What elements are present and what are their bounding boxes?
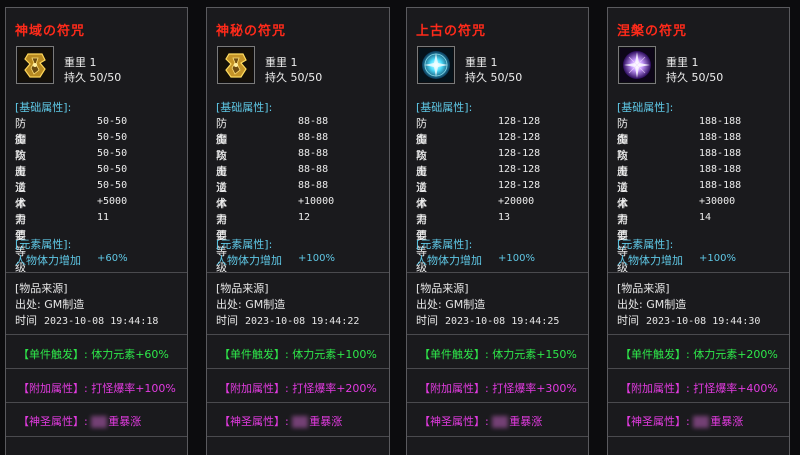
source-header: [物品来源] (15, 282, 68, 295)
item-title: 神秘の符咒 (216, 24, 287, 39)
item-weight: 重里 1 (465, 56, 498, 69)
divider (207, 368, 389, 369)
divider (407, 334, 588, 335)
talisman-gold-icon (219, 48, 253, 82)
divider (207, 402, 389, 403)
item-title: 上古の符咒 (416, 24, 487, 39)
additional-attr: 【附加属性】: 打怪爆率+300% (419, 382, 577, 395)
divider (6, 272, 187, 273)
source-origin: 出处: GM制造 (617, 298, 687, 311)
blurred-text (292, 416, 309, 428)
item-icon-slot (618, 46, 656, 84)
item-icon-slot (217, 46, 255, 84)
source-time: 时间 2023-10-08 19:44:25 (416, 314, 560, 327)
item-icon-slot (16, 46, 54, 84)
base-attr-header: [基础属性]: (416, 101, 473, 114)
item-title: 神域の符咒 (15, 24, 86, 39)
source-header: [物品来源] (416, 282, 469, 295)
holy-attr: 【神圣属性】: 重暴涨 (620, 415, 744, 428)
element-attr-row: 人物体力增加 +100% (617, 253, 736, 267)
divider (608, 402, 789, 403)
item-durability: 持久 50/50 (666, 71, 724, 84)
item-weight: 重里 1 (64, 56, 97, 69)
element-attr-header: [元素属性]: (617, 238, 674, 251)
source-origin: 出处: GM制造 (15, 298, 85, 311)
element-attr-header: [元素属性]: (416, 238, 473, 251)
divider (6, 436, 187, 437)
talisman-cyan-orb-icon (419, 48, 453, 82)
divider (207, 436, 389, 437)
divider (608, 436, 789, 437)
divider (407, 368, 588, 369)
source-header: [物品来源] (617, 282, 670, 295)
item-durability: 持久 50/50 (64, 71, 122, 84)
element-attr-row: 人物体力增加 +100% (216, 253, 335, 267)
blurred-text (693, 416, 710, 428)
element-attr-row: 人物体力增加 +60% (15, 253, 128, 267)
base-attr-header: [基础属性]: (617, 101, 674, 114)
base-attr-header: [基础属性]: (15, 101, 72, 114)
blurred-text (492, 416, 509, 428)
element-attr-row: 人物体力增加 +100% (416, 253, 535, 267)
divider (608, 272, 789, 273)
divider (207, 272, 389, 273)
talisman-violet-orb-icon (620, 48, 654, 82)
single-trigger-attr: 【单件触发】: 体力元素+200% (620, 348, 778, 361)
item-icon-slot (417, 46, 455, 84)
item-durability: 持久 50/50 (265, 71, 323, 84)
single-trigger-attr: 【单件触发】: 体力元素+100% (219, 348, 377, 361)
item-card-4: 涅槃の符咒 重里 1 持久 50/50 [基础属性]: 防御 188-188 魔防… (607, 7, 790, 455)
item-card-2: 神秘の符咒 重里 1 持久 50/50 [基础属性]: 防御 88-88 魔防 88… (206, 7, 390, 455)
divider (6, 368, 187, 369)
holy-attr: 【神圣属性】: 重暴涨 (18, 415, 142, 428)
item-card-1: 神域の符咒 重里 1 持久 50/50 [基础属性]: 防御 50-50 魔防 50… (5, 7, 188, 455)
divider (6, 334, 187, 335)
divider (6, 402, 187, 403)
element-attr-header: [元素属性]: (15, 238, 72, 251)
divider (407, 272, 588, 273)
divider (608, 334, 789, 335)
source-time: 时间 2023-10-08 19:44:30 (617, 314, 761, 327)
divider (407, 436, 588, 437)
blurred-text (91, 416, 108, 428)
source-time: 时间 2023-10-08 19:44:18 (15, 314, 159, 327)
base-attr-header: [基础属性]: (216, 101, 273, 114)
single-trigger-attr: 【单件触发】: 体力元素+60% (18, 348, 169, 361)
item-title: 涅槃の符咒 (617, 24, 688, 39)
additional-attr: 【附加属性】: 打怪爆率+100% (18, 382, 176, 395)
item-weight: 重里 1 (265, 56, 298, 69)
talisman-gold-icon (18, 48, 52, 82)
source-header: [物品来源] (216, 282, 269, 295)
additional-attr: 【附加属性】: 打怪爆率+400% (620, 382, 778, 395)
divider (608, 368, 789, 369)
single-trigger-attr: 【单件触发】: 体力元素+150% (419, 348, 577, 361)
holy-attr: 【神圣属性】: 重暴涨 (219, 415, 343, 428)
additional-attr: 【附加属性】: 打怪爆率+200% (219, 382, 377, 395)
element-attr-header: [元素属性]: (216, 238, 273, 251)
source-origin: 出处: GM制造 (416, 298, 486, 311)
divider (207, 334, 389, 335)
source-origin: 出处: GM制造 (216, 298, 286, 311)
item-card-3: 上古の符咒 重里 1 持久 50/50 [基础属性]: 防御 128-128 魔防… (406, 7, 589, 455)
item-weight: 重里 1 (666, 56, 699, 69)
source-time: 时间 2023-10-08 19:44:22 (216, 314, 360, 327)
item-durability: 持久 50/50 (465, 71, 523, 84)
holy-attr: 【神圣属性】: 重暴涨 (419, 415, 543, 428)
divider (407, 402, 588, 403)
